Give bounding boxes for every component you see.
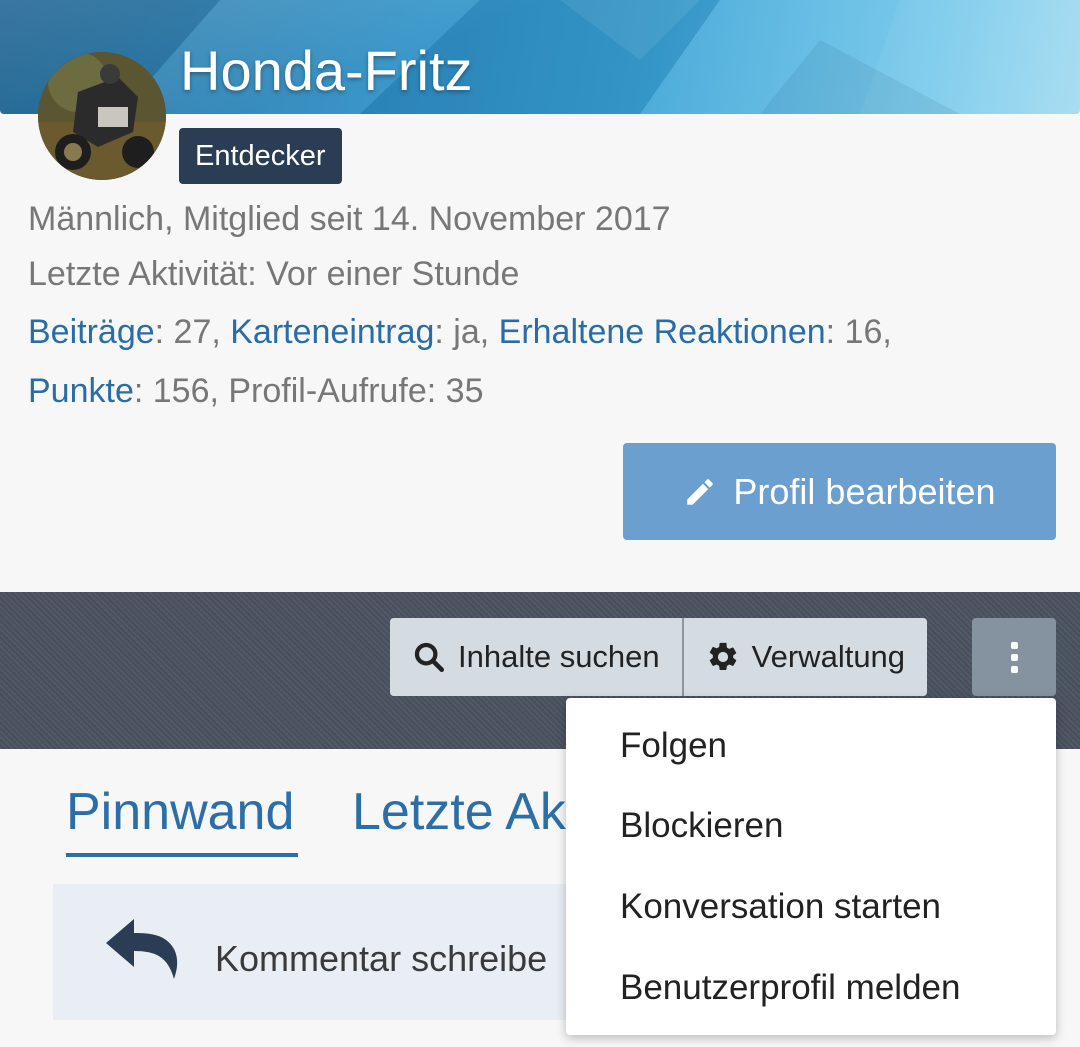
reply-icon — [106, 919, 178, 979]
reactions-link[interactable]: Erhaltene Reaktionen — [499, 313, 826, 351]
gear-icon — [709, 642, 736, 671]
map-entry-value: : ja, — [434, 313, 499, 351]
tab-latest-activity[interactable]: Letzte Ak — [352, 782, 566, 842]
menu-item-follow[interactable]: Folgen — [620, 726, 727, 766]
points-link[interactable]: Punkte — [28, 372, 134, 410]
avatar[interactable] — [38, 52, 166, 180]
admin-button[interactable]: Verwaltung — [681, 618, 928, 696]
map-entry-link[interactable]: Karteneintrag — [230, 313, 434, 351]
menu-item-start-conversation[interactable]: Konversation starten — [620, 887, 941, 927]
menu-item-block[interactable]: Blockieren — [620, 806, 783, 846]
more-options-button[interactable] — [972, 618, 1056, 696]
pencil-icon — [687, 478, 714, 505]
search-content-label: Inhalte suchen — [458, 639, 660, 674]
active-tab-indicator — [66, 853, 298, 857]
avatar-image — [38, 52, 166, 180]
stats-line-1: Beiträge: 27, Karteneintrag: ja, Erhalte… — [28, 313, 892, 352]
points-value: : 156, Profil-Aufrufe: 35 — [133, 372, 484, 410]
more-vertical-icon-dot — [1010, 653, 1018, 661]
tab-pinnwand[interactable]: Pinnwand — [66, 782, 294, 842]
more-vertical-icon-dot — [1010, 665, 1018, 673]
posts-value: : 27, — [154, 313, 231, 351]
search-icon — [414, 642, 445, 673]
more-vertical-icon — [1010, 641, 1018, 649]
reactions-value: : 16, — [825, 313, 892, 351]
comment-placeholder[interactable]: Kommentar schreibe — [215, 938, 547, 980]
profile-username: Honda-Fritz — [180, 39, 473, 102]
admin-label: Verwaltung — [751, 639, 906, 674]
toolbar-button-group: Inhalte suchen Verwaltung — [390, 618, 928, 696]
edit-profile-label: Profil bearbeiten — [733, 470, 996, 512]
posts-link[interactable]: Beiträge — [28, 313, 155, 351]
menu-item-report-profile[interactable]: Benutzerprofil melden — [620, 968, 960, 1008]
search-content-button[interactable]: Inhalte suchen — [390, 618, 682, 696]
stats-line-2: Punkte: 156, Profil-Aufrufe: 35 — [28, 372, 484, 411]
gender-member-since: Männlich, Mitglied seit 14. November 201… — [28, 200, 671, 238]
edit-profile-button[interactable]: Profil bearbeiten — [623, 443, 1056, 540]
more-options-menu: Folgen Blockieren Konversation starten B… — [566, 698, 1056, 1035]
user-title-badge: Entdecker — [179, 128, 342, 184]
last-activity: Letzte Aktivität: Vor einer Stunde — [28, 255, 520, 293]
